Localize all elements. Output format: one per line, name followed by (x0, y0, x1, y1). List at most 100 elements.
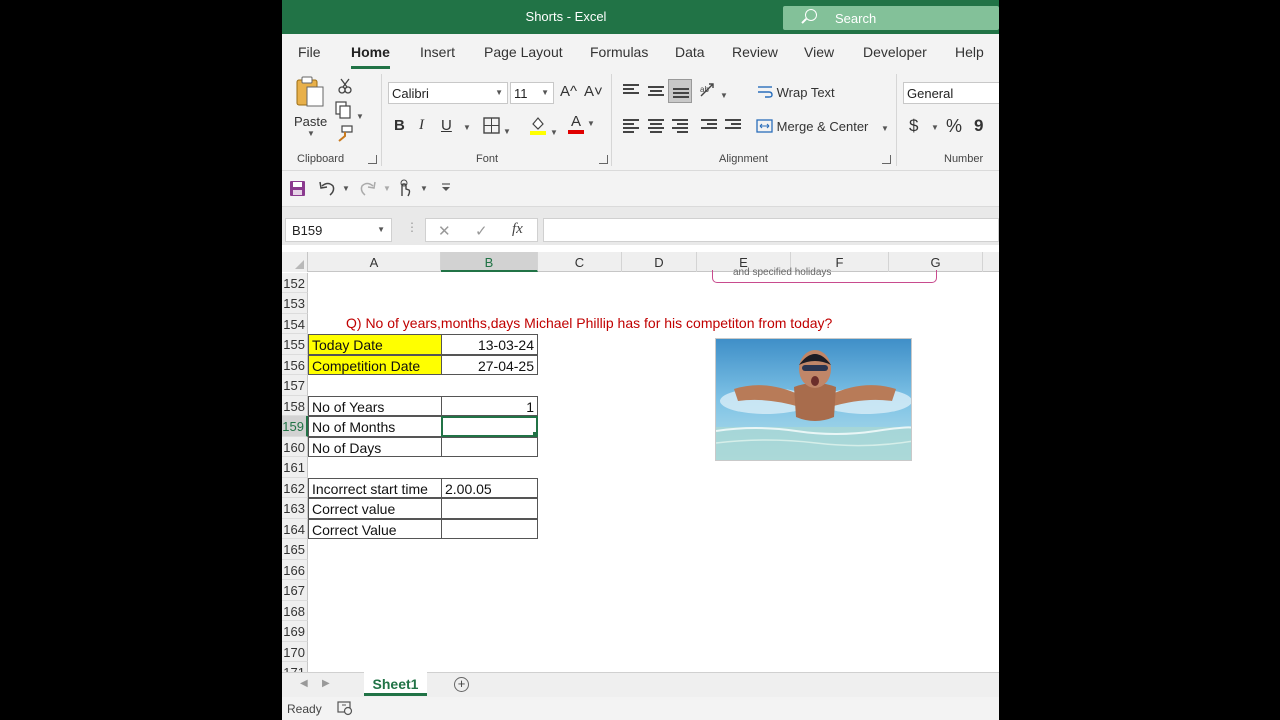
underline-dropdown-icon[interactable]: ▼ (463, 123, 471, 132)
column-header-c[interactable]: C (538, 252, 622, 272)
undo-icon[interactable] (318, 180, 336, 197)
currency-dropdown-icon[interactable]: ▼ (931, 123, 939, 132)
search-box[interactable]: Search (783, 6, 999, 30)
tab-review[interactable]: Review (732, 44, 778, 60)
cell-a162[interactable]: Incorrect start time (308, 477, 442, 498)
row-header-selected[interactable]: 159 (282, 416, 308, 437)
align-left-icon[interactable] (623, 119, 639, 133)
cell-a159[interactable]: No of Months (308, 416, 442, 437)
cell-b162[interactable]: 2.00.05 (441, 477, 538, 498)
row-header[interactable]: 167 (282, 580, 308, 601)
column-header-a[interactable]: A (308, 252, 441, 272)
cell-a155[interactable]: Today Date (308, 334, 442, 355)
format-painter-icon[interactable] (336, 125, 354, 143)
borders-button[interactable]: ▼ (483, 117, 511, 137)
column-header-d[interactable]: D (622, 252, 697, 272)
cell-a156[interactable]: Competition Date (308, 354, 442, 375)
italic-button[interactable]: I (419, 117, 424, 134)
tab-formulas[interactable]: Formulas (590, 44, 648, 60)
font-color-button[interactable]: A ▼ (568, 114, 595, 134)
row-header[interactable]: 169 (282, 621, 308, 642)
tab-developer[interactable]: Developer (863, 44, 927, 60)
row-header[interactable]: 153 (282, 293, 308, 314)
cell-b155[interactable]: 13-03-24 (441, 334, 538, 355)
row-header[interactable]: 163 (282, 498, 308, 519)
cancel-entry-button[interactable]: ✕ (438, 222, 451, 240)
row-header[interactable]: 164 (282, 518, 308, 539)
save-icon[interactable] (289, 180, 306, 197)
sheet-tab-sheet1[interactable]: Sheet1 (364, 672, 427, 696)
cut-icon[interactable] (338, 78, 352, 94)
font-name-select[interactable]: Calibri ▼ (388, 82, 508, 104)
decrease-indent-icon[interactable] (701, 119, 717, 131)
orientation-button[interactable]: ab ▼ (699, 82, 728, 101)
cell-b164[interactable] (441, 518, 538, 539)
confirm-entry-button[interactable]: ✓ (475, 222, 488, 240)
column-header-g[interactable]: G (889, 252, 983, 272)
copy-button[interactable]: ▼ (335, 101, 364, 122)
cell-a158[interactable]: No of Years (308, 395, 442, 416)
column-header-b[interactable]: B (441, 252, 538, 272)
bold-button[interactable]: B (394, 117, 405, 134)
prev-sheet-icon[interactable]: ◀ (300, 678, 308, 689)
tab-file[interactable]: File (298, 44, 321, 60)
question-text[interactable]: Q) No of years,months,days Michael Phill… (346, 315, 832, 331)
accessibility-icon[interactable] (337, 701, 353, 716)
row-header[interactable]: 160 (282, 436, 308, 457)
font-size-select[interactable]: 11 ▼ (510, 82, 554, 104)
insert-function-button[interactable]: fx (512, 221, 523, 238)
row-header[interactable]: 157 (282, 375, 308, 396)
underline-button[interactable]: U (441, 117, 452, 134)
tab-view[interactable]: View (804, 44, 834, 60)
percent-format-button[interactable]: % (946, 116, 962, 137)
align-top-icon[interactable] (623, 84, 639, 96)
comma-style-button[interactable]: 9 (974, 116, 983, 136)
cell-a164[interactable]: Correct Value (308, 518, 442, 539)
cell-a163[interactable]: Correct value (308, 498, 442, 519)
swimmer-image[interactable] (715, 338, 912, 461)
align-middle-icon[interactable] (648, 86, 664, 98)
tab-page-layout[interactable]: Page Layout (484, 44, 563, 60)
row-header[interactable]: 156 (282, 354, 308, 375)
row-header[interactable]: 152 (282, 272, 308, 293)
paste-button[interactable]: Paste ▼ (294, 75, 328, 145)
tab-home[interactable]: Home (351, 44, 390, 69)
merge-center-button[interactable]: Merge & Center ▼ (756, 119, 889, 134)
row-header[interactable]: 154 (282, 313, 308, 334)
increase-indent-icon[interactable] (725, 119, 741, 131)
customize-toolbar-icon[interactable] (441, 183, 451, 193)
cell-b156[interactable]: 27-04-25 (441, 354, 538, 375)
number-format-select[interactable]: General (903, 82, 999, 104)
tab-help[interactable]: Help (955, 44, 984, 60)
clipboard-launcher-icon[interactable] (368, 155, 377, 164)
alignment-launcher-icon[interactable] (882, 155, 891, 164)
increase-font-size-button[interactable]: A^ (560, 83, 577, 100)
redo-dropdown-icon[interactable]: ▼ (383, 184, 391, 193)
row-header[interactable]: 165 (282, 539, 308, 560)
align-bottom-button[interactable] (668, 79, 692, 103)
decrease-font-size-button[interactable]: A˅ (584, 83, 603, 100)
wrap-text-button[interactable]: Wrap Text (757, 85, 835, 100)
tab-data[interactable]: Data (675, 44, 705, 60)
touch-mode-icon[interactable] (396, 179, 412, 198)
undo-dropdown-icon[interactable]: ▼ (342, 184, 350, 193)
row-header[interactable]: 158 (282, 395, 308, 416)
select-all-corner[interactable] (282, 252, 308, 272)
row-header[interactable]: 166 (282, 559, 308, 580)
align-center-icon[interactable] (648, 119, 664, 133)
row-header[interactable]: 171 (282, 662, 308, 672)
row-header[interactable]: 168 (282, 600, 308, 621)
currency-format-button[interactable]: $ (909, 116, 918, 136)
row-header[interactable]: 155 (282, 334, 308, 355)
cell-b163[interactable] (441, 498, 538, 519)
next-sheet-icon[interactable]: ▶ (322, 678, 330, 689)
cell-b159-active[interactable] (441, 416, 538, 437)
row-header[interactable]: 170 (282, 641, 308, 662)
add-sheet-icon[interactable]: + (454, 677, 469, 692)
cell-b160[interactable] (441, 436, 538, 457)
font-launcher-icon[interactable] (599, 155, 608, 164)
row-header[interactable]: 161 (282, 457, 308, 478)
touch-mode-dropdown-icon[interactable]: ▼ (420, 184, 428, 193)
formula-input[interactable] (543, 218, 999, 242)
cell-a160[interactable]: No of Days (308, 436, 442, 457)
